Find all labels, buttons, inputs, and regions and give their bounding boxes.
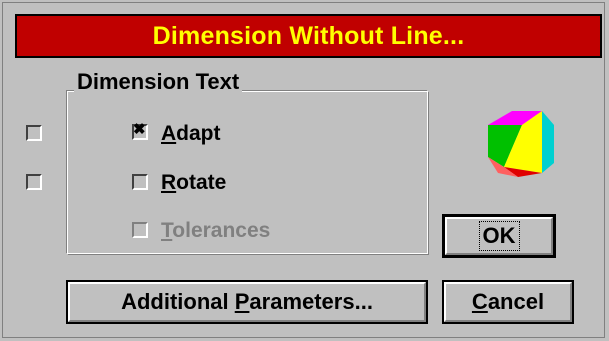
rotate-label[interactable]: Rotate — [161, 170, 226, 196]
adapt-label[interactable]: Adapt — [161, 121, 221, 147]
dialog-window: Dimension Without Line... Dimension Text… — [0, 0, 609, 341]
adapt-mnemonic: A — [161, 122, 177, 145]
additional-parameters-button[interactable]: Additional Parameters... — [66, 280, 428, 324]
additional-label-prefix: Additional — [121, 289, 235, 314]
side-checkbox-1[interactable] — [26, 125, 42, 141]
cancel-mnemonic: C — [471, 289, 488, 314]
tolerances-checkbox — [132, 222, 148, 238]
side-checkbox-2[interactable] — [26, 174, 42, 190]
tolerances-mnemonic: T — [161, 219, 173, 242]
group-legend: Dimension Text — [74, 67, 243, 97]
additional-mnemonic: P — [234, 289, 250, 314]
cancel-button[interactable]: Cancel — [442, 280, 574, 324]
cancel-label-rest: ancel — [487, 289, 545, 314]
rotate-label-rest: otate — [176, 171, 227, 194]
tolerances-label: Tolerances — [161, 218, 270, 244]
adapt-checkbox[interactable] — [132, 120, 148, 140]
ok-label: OK — [478, 221, 520, 251]
additional-label-rest: arameters... — [249, 289, 373, 314]
tolerances-label-rest: olerances — [172, 219, 271, 242]
rotate-mnemonic: R — [161, 171, 177, 194]
additional-label: Additional Parameters... — [121, 289, 373, 315]
cube-icon — [488, 111, 554, 177]
window-title: Dimension Without Line... — [152, 21, 465, 50]
title-bar[interactable]: Dimension Without Line... — [15, 14, 602, 58]
ok-button[interactable]: OK — [442, 214, 556, 258]
rotate-checkbox[interactable] — [132, 174, 148, 190]
adapt-label-rest: dapt — [176, 122, 221, 145]
cancel-label: Cancel — [472, 289, 544, 315]
